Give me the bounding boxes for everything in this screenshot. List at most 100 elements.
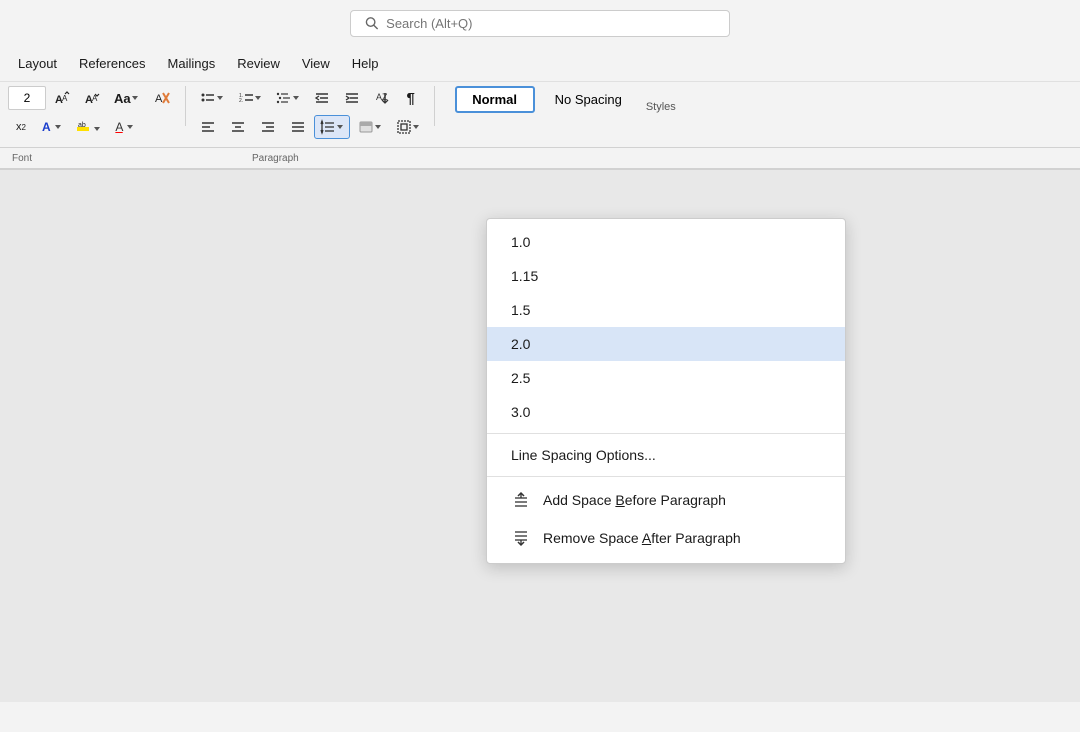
highlight-dropdown-icon: [93, 125, 101, 133]
increase-indent-button[interactable]: [338, 86, 366, 110]
menu-review[interactable]: Review: [227, 52, 290, 75]
ribbon: A A A A Aa A: [0, 82, 1080, 148]
spacing-1-15-item[interactable]: 1.15: [487, 259, 845, 293]
multilevel-icon: [276, 90, 292, 106]
numbering-dropdown-icon: [254, 94, 262, 102]
paragraph-section-label: Paragraph: [252, 153, 319, 164]
justify-button[interactable]: [284, 115, 312, 139]
align-right-button[interactable]: [254, 115, 282, 139]
remove-space-after-item[interactable]: Remove Space After Paragraph: [487, 519, 845, 557]
line-spacing-dropdown-icon: [336, 123, 344, 131]
remove-space-after-label: Remove Space After Paragraph: [543, 530, 741, 546]
font-group: A A A A Aa A: [8, 86, 177, 141]
menu-references[interactable]: References: [69, 52, 155, 75]
separator-1: [185, 86, 186, 126]
numbering-button[interactable]: 1. 2.: [232, 86, 268, 110]
svg-text:A: A: [155, 93, 163, 105]
clear-format-icon: A: [153, 89, 171, 107]
shading-icon: [358, 119, 374, 135]
style-normal[interactable]: Normal: [455, 86, 535, 113]
font-color-dropdown-icon: [54, 123, 62, 131]
spacing-3-0-label: 3.0: [511, 404, 530, 420]
multilevel-button[interactable]: [270, 86, 306, 110]
bullets-button[interactable]: [194, 86, 230, 110]
font-grow-icon: A A: [54, 90, 70, 106]
line-spacing-icon: [320, 119, 336, 135]
dropdown-arrow-icon: [131, 94, 139, 102]
search-icon: [365, 16, 378, 30]
paragraph-group: 1. 2.: [194, 86, 426, 141]
menu-help[interactable]: Help: [342, 52, 389, 75]
styles-group: Normal No Spacing Styles: [455, 86, 676, 115]
styles-section-label: Styles: [646, 101, 676, 113]
search-box[interactable]: [350, 10, 730, 37]
align-left-icon: [200, 119, 216, 135]
numbering-icon: 1. 2.: [238, 90, 254, 106]
spacing-3-0-item[interactable]: 3.0: [487, 395, 845, 429]
shading-dropdown-icon: [374, 123, 382, 131]
add-space-before-icon: [511, 490, 531, 510]
clear-formatting-button[interactable]: A: [147, 86, 177, 110]
svg-text:A: A: [62, 94, 68, 103]
menu-layout[interactable]: Layout: [8, 52, 67, 75]
font-size-input[interactable]: [8, 86, 46, 110]
borders-button[interactable]: [390, 115, 426, 139]
spacing-1-5-item[interactable]: 1.5: [487, 293, 845, 327]
sort-button[interactable]: AZ: [368, 86, 396, 110]
increase-indent-icon: [344, 90, 360, 106]
line-spacing-options-item[interactable]: Line Spacing Options...: [487, 438, 845, 472]
search-input[interactable]: [386, 16, 715, 31]
spacing-1-5-label: 1.5: [511, 302, 530, 318]
align-center-icon: [230, 119, 246, 135]
dropdown-divider-2: [487, 476, 845, 477]
spacing-1-0-label: 1.0: [511, 234, 530, 250]
font-color-button[interactable]: A: [36, 115, 68, 139]
line-spacing-dropdown: 1.0 1.15 1.5 2.0 2.5 3.0 Line Spacing Op…: [486, 218, 846, 564]
add-space-before-label: Add Space Before Paragraph: [543, 492, 726, 508]
align-right-icon: [260, 119, 276, 135]
spacing-1-15-label: 1.15: [511, 268, 538, 284]
menu-mailings[interactable]: Mailings: [158, 52, 226, 75]
highlight-icon: ab: [76, 119, 90, 133]
style-no-spacing[interactable]: No Spacing: [539, 86, 638, 113]
font-shrink-button[interactable]: A A: [78, 86, 106, 110]
subscript-button[interactable]: x2: [8, 115, 34, 139]
align-center-button[interactable]: [224, 115, 252, 139]
title-bar: [0, 0, 1080, 46]
menu-view[interactable]: View: [292, 52, 340, 75]
remove-space-after-icon: [511, 528, 531, 548]
font-grow-button[interactable]: A A: [48, 86, 76, 110]
spacing-2-5-label: 2.5: [511, 370, 530, 386]
spacing-2-0-label: 2.0: [511, 336, 530, 352]
multilevel-dropdown-icon: [292, 94, 300, 102]
borders-icon: [396, 119, 412, 135]
font-section-label: Font: [8, 153, 52, 164]
borders-dropdown-icon: [412, 123, 420, 131]
line-spacing-button[interactable]: [314, 115, 350, 139]
underline-color-button[interactable]: A: [109, 115, 140, 139]
add-space-before-item[interactable]: Add Space Before Paragraph: [487, 481, 845, 519]
spacing-2-5-item[interactable]: 2.5: [487, 361, 845, 395]
highlight-button[interactable]: ab: [70, 115, 107, 139]
bullets-icon: [200, 90, 216, 106]
svg-text:ab: ab: [78, 122, 86, 129]
separator-2: [434, 86, 435, 126]
line-spacing-options-label: Line Spacing Options...: [511, 447, 656, 463]
underline-dropdown-icon: [126, 123, 134, 131]
spacing-1-0-item[interactable]: 1.0: [487, 225, 845, 259]
shading-button[interactable]: [352, 115, 388, 139]
menu-bar: Layout References Mailings Review View H…: [0, 46, 1080, 82]
sort-icon: AZ: [374, 90, 390, 106]
justify-icon: [290, 119, 306, 135]
bullets-dropdown-icon: [216, 94, 224, 102]
align-left-button[interactable]: [194, 115, 222, 139]
font-shrink-icon: A A: [84, 90, 100, 106]
decrease-indent-icon: [314, 90, 330, 106]
dropdown-divider-1: [487, 433, 845, 434]
section-labels-bar: Font Paragraph: [0, 148, 1080, 170]
change-case-button[interactable]: Aa: [108, 86, 145, 110]
spacing-2-0-item[interactable]: 2.0: [487, 327, 845, 361]
svg-text:2.: 2.: [239, 98, 243, 104]
paragraph-marks-button[interactable]: ¶: [398, 86, 424, 110]
decrease-indent-button[interactable]: [308, 86, 336, 110]
